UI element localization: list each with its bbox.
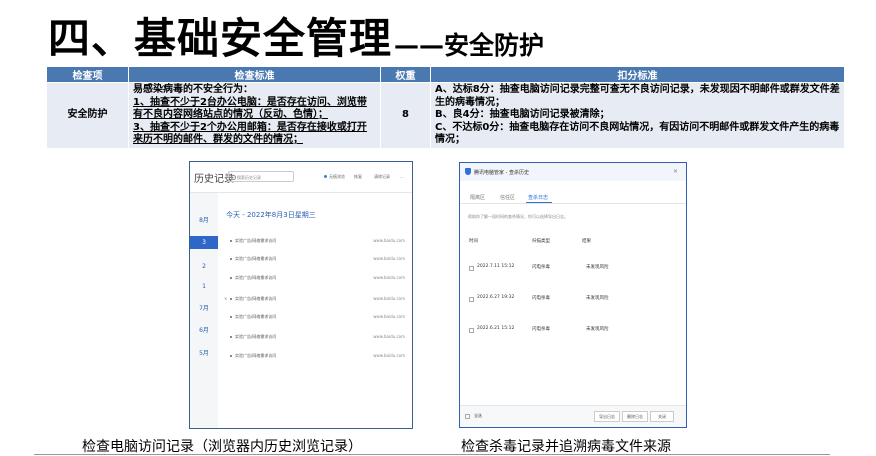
header-standard: 检查标准 xyxy=(128,66,381,83)
table-row[interactable]: 2022.7.11 15:12 闪电杀毒 未发现风险 xyxy=(460,264,686,272)
row-checkbox[interactable] xyxy=(469,328,474,333)
table-header-row: 检查项 检查标准 权重 扣分标准 xyxy=(46,66,845,83)
cell-deduction: A、达标8分：抽查电脑访问记录完整可查无不良访问记录，未发现因不明邮件或群发文件… xyxy=(430,82,845,149)
header-weight: 权重 xyxy=(380,66,431,83)
virus-window-header: 腾讯电脑管家 - 查杀历史 ✕ xyxy=(460,163,686,181)
deduction-line: C、不达标0分：抽查电脑存在访问不良网站情况，有因访问不明邮件或群发文件产生的病… xyxy=(435,121,840,146)
history-row[interactable]: 实验广告/网络需求访问 www.baidu.com xyxy=(230,275,405,283)
bullet-icon xyxy=(230,240,232,242)
bullet-icon xyxy=(230,298,232,300)
virus-description: 帮助你了解一段时间的查杀情况，你可以选择导出日志。 xyxy=(468,214,568,219)
close-icon[interactable]: ✕ xyxy=(673,168,678,175)
cell-item: 安全防护 xyxy=(46,82,129,149)
privacy-button[interactable]: 无痕浏览 xyxy=(329,174,345,180)
cell-weight: 8 xyxy=(380,82,431,149)
history-row[interactable]: 实验广告/网络需求访问 www.baidu.com xyxy=(230,314,405,322)
more-button[interactable]: … xyxy=(400,174,404,179)
close-button[interactable]: 关闭 xyxy=(650,411,674,422)
deduction-line: A、达标8分：抽查电脑访问记录完整可查无不良访问记录，未发现因不明邮件或群发文件… xyxy=(435,84,840,108)
delete-log-button[interactable]: 删除日志 xyxy=(622,411,648,422)
nav-month-jun[interactable]: 6月 xyxy=(190,325,218,334)
tabs-divider xyxy=(460,203,686,204)
select-all-checkbox[interactable] xyxy=(465,414,470,419)
remove-row-icon[interactable]: ✕ xyxy=(224,296,227,301)
nav-day-2[interactable]: 2 xyxy=(190,263,218,270)
history-row[interactable]: 实验广告/网络需求访问 www.baidu.com xyxy=(230,353,405,361)
row-checkbox[interactable] xyxy=(469,266,474,271)
table-row[interactable]: 2022.6.27 19:32 闪电杀毒 未发现风险 xyxy=(460,295,686,303)
standard-line: 1、抽查不少于2台办公电脑：是否存在访问、浏览带有不良内容网络站点的情况（反动、… xyxy=(133,96,367,121)
history-row[interactable]: 实验广告/网络需求访问 www.baidu.com xyxy=(230,334,405,342)
row-checkbox[interactable] xyxy=(469,297,474,302)
nav-day-1[interactable]: 1 xyxy=(190,283,218,290)
standard-line: 3、抽查不少于2个办公用邮箱：是否存在接收或打开来历不明的邮件、群发的文件的情况… xyxy=(133,121,367,146)
tab-quarantine[interactable]: 隔离区 xyxy=(470,194,485,201)
history-row[interactable]: 实验广告/网络需求访问 www.baidu.com xyxy=(230,256,405,264)
clear-history-button[interactable]: 清除记录 xyxy=(374,174,390,180)
title-sub: ——安全防护 xyxy=(394,31,545,60)
history-row[interactable]: 实验广告/网络需求访问 www.baidu.com xyxy=(230,296,405,304)
deduction-line: B、良4分：抽查电脑访问记录被清除； xyxy=(435,109,610,120)
header-item: 检查项 xyxy=(46,66,129,83)
history-row[interactable]: 实验广告/网络需求访问 www.baidu.com xyxy=(230,238,405,246)
slide-title: 四、基础安全管理 ——安全防护 xyxy=(48,6,544,64)
bullet-icon xyxy=(230,258,232,260)
export-log-button[interactable]: 导出日志 xyxy=(594,411,620,422)
nav-day-3[interactable]: 3 xyxy=(190,236,218,249)
nav-month-jul[interactable]: 7月 xyxy=(190,303,218,312)
search-placeholder: 搜索历史记录 xyxy=(237,175,261,180)
restore-button[interactable]: 恢复 xyxy=(354,174,362,180)
col-time: 时间 xyxy=(469,239,478,244)
privacy-dot-icon xyxy=(324,175,327,178)
nav-month-may[interactable]: 5月 xyxy=(190,348,218,357)
caption-left: 检查电脑访问记录（浏览器内历史浏览记录） xyxy=(82,439,362,455)
virus-window-title: 腾讯电脑管家 - 查杀历史 xyxy=(474,170,529,176)
bullet-icon xyxy=(230,336,232,338)
standard-line: 易感染病毒的不安全行为： xyxy=(133,84,253,95)
virus-log-screenshot: 腾讯电脑管家 - 查杀历史 ✕ 隔离区 信任区 查杀日志 帮助你了解一段时间的查… xyxy=(459,162,687,428)
bottom-divider xyxy=(34,454,830,455)
history-date-nav: 8月 3 2 1 7月 6月 5月 xyxy=(190,193,218,428)
search-icon xyxy=(231,175,236,180)
table-row: 安全防护 易感染病毒的不安全行为： 1、抽查不少于2台办公电脑：是否存在访问、浏… xyxy=(46,82,845,149)
table-row[interactable]: 2022.6.21 15:12 闪电杀毒 未发现风险 xyxy=(460,326,686,334)
col-scan-type: 扫描类型 xyxy=(532,239,550,244)
history-toolbar: 历史记录 搜索历史记录 无痕浏览 恢复 清除记录 … xyxy=(190,162,412,193)
shield-icon xyxy=(465,168,471,175)
col-result: 结果 xyxy=(582,239,591,244)
select-all-label: 全选 xyxy=(474,413,482,418)
cell-standard: 易感染病毒的不安全行为： 1、抽查不少于2台办公电脑：是否存在访问、浏览带有不良… xyxy=(128,82,381,149)
caption-right: 检查杀毒记录并追溯病毒文件来源 xyxy=(461,439,671,455)
inspection-table: 检查项 检查标准 权重 扣分标准 安全防护 易感染病毒的不安全行为： 1、抽查不… xyxy=(46,66,845,149)
history-date-heading: 今天 - 2022年8月3日星期三 xyxy=(226,211,316,219)
history-search-input[interactable]: 搜索历史记录 xyxy=(228,171,294,182)
title-main: 四、基础安全管理 xyxy=(48,14,393,63)
bullet-icon xyxy=(230,316,232,318)
tab-trusted[interactable]: 信任区 xyxy=(500,194,515,201)
bullet-icon xyxy=(230,277,232,279)
nav-month-aug[interactable]: 8月 xyxy=(190,215,218,224)
bullet-icon xyxy=(230,355,232,357)
tab-scan-log[interactable]: 查杀日志 xyxy=(528,194,548,201)
history-screenshot: 历史记录 搜索历史记录 无痕浏览 恢复 清除记录 … 8月 3 2 1 7月 6… xyxy=(189,161,413,429)
header-deduction: 扣分标准 xyxy=(430,66,845,83)
virus-footer: 全选 导出日志 删除日志 关闭 xyxy=(460,405,686,427)
